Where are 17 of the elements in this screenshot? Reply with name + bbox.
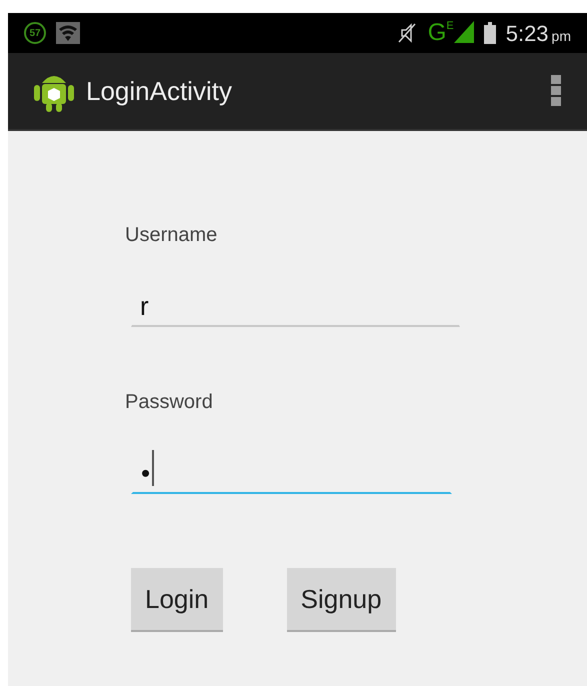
window-title: LoginActivity xyxy=(86,74,233,108)
network-type: E xyxy=(446,21,454,32)
input-field[interactable]: • xyxy=(131,446,452,494)
notification-badge: 57 xyxy=(24,22,46,44)
clock-suffix: pm xyxy=(552,26,571,46)
network-indicator: G xyxy=(428,21,446,45)
battery-icon xyxy=(484,22,496,44)
field-label: Username xyxy=(125,225,218,245)
action-button[interactable]: Signup xyxy=(286,568,396,632)
signal-icon xyxy=(454,21,474,43)
wifi-icon xyxy=(56,22,80,44)
field-label: Password xyxy=(125,392,214,412)
overflow-menu-icon[interactable] xyxy=(551,75,561,107)
mute-icon xyxy=(396,22,418,44)
clock-time: 5:23 xyxy=(506,20,549,48)
input-field[interactable]: r xyxy=(131,279,460,327)
action-button[interactable]: Login xyxy=(131,568,223,632)
